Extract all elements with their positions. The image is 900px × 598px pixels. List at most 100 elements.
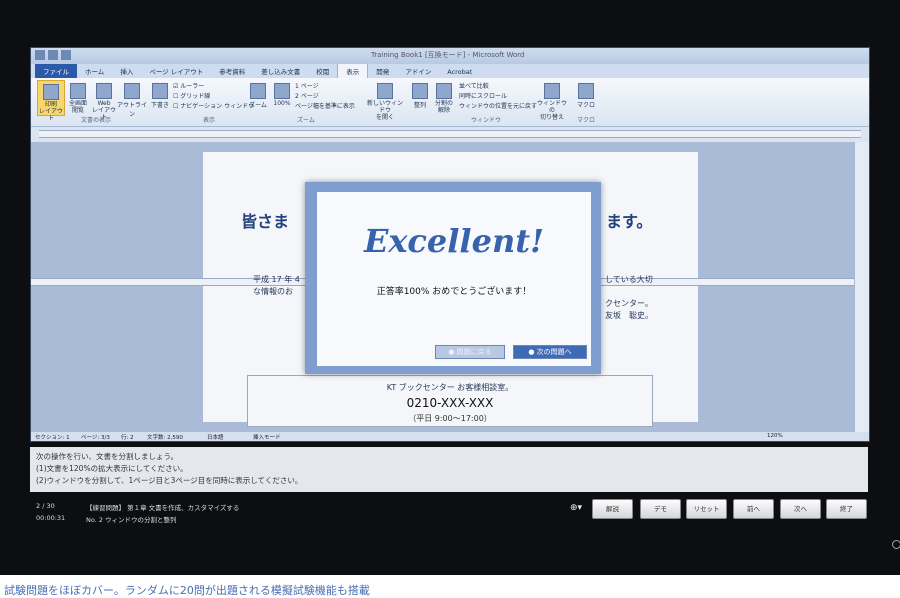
one-page-button[interactable]: 1 ページ (295, 81, 319, 90)
group-label-views: 文書の表示 (81, 117, 112, 124)
question-title: No. 2 ウィンドウの分割と整列 (86, 516, 177, 524)
group-label-zoom: ズーム (297, 117, 315, 124)
zoom-100-button[interactable]: 100% (269, 80, 295, 107)
doc-text-left-1: 平成 17 年 4 (253, 275, 300, 284)
zoom-100-icon (274, 83, 290, 99)
tab-file[interactable]: ファイル (35, 64, 77, 78)
task-panel: 次の操作を行い、文書を分割しましょう。 (1)文書を120%の拡大表示にしてくだ… (30, 447, 868, 492)
split-button[interactable]: 分割の 解除 (431, 80, 457, 114)
previous-button[interactable]: 前へ (733, 499, 774, 519)
macro-icon (578, 83, 594, 99)
doc-text-right-2: クセンター。 (605, 299, 653, 308)
arrange-icon (412, 83, 428, 99)
full-screen-icon (70, 83, 86, 99)
tab-page-layout[interactable]: ページ レイアウト (141, 64, 211, 78)
exam-control-bar: 2 / 30 00:00:31 【練習問題】 第１章 文書を作成、カスタマイズす… (30, 497, 868, 527)
task-line-1: 次の操作を行い、文書を分割しましょう。 (36, 452, 179, 461)
tab-addins[interactable]: アドイン (397, 64, 439, 78)
page-width-button[interactable]: ページ幅を基準に表示 (295, 101, 355, 110)
explanation-button[interactable]: 解説 (592, 499, 633, 519)
status-line: 行: 2 (121, 435, 134, 441)
ribbon: 印刷 レイアウト 全画面 閲覧 Web レイアウト アウトライン 下書き 文書の… (31, 78, 869, 127)
group-label-window: ウィンドウ (471, 117, 502, 124)
new-window-button[interactable]: 新しいウィンドウ を開く (365, 80, 405, 121)
horizontal-ruler-top (39, 130, 861, 138)
ribbon-tabs: ファイル ホーム 挿入 ページ レイアウト 参考資料 差し込み文書 校閲 表示 … (31, 63, 869, 78)
ruler-checkbox[interactable]: ☑ ルーラー (173, 81, 204, 90)
outline-icon (124, 83, 140, 99)
back-to-question-button[interactable]: ● 問題に戻る (435, 345, 505, 359)
zoom-button[interactable]: ズーム (245, 80, 271, 109)
power-icon (892, 540, 900, 549)
word-window: Training Book1 [互換モード] - Microsoft Word … (30, 47, 870, 442)
doc-text-left-2: な情報のお (253, 287, 293, 296)
split-icon (436, 83, 452, 99)
task-line-3: (2)ウィンドウを分割して、1ページ目と3ページ目を同時に表示してください。 (36, 476, 303, 485)
tab-home[interactable]: ホーム (77, 64, 112, 78)
contact-org: KT ブックセンター お客様相談室。 (386, 383, 514, 392)
reset-button[interactable]: リセット (686, 499, 727, 519)
dialog-title: Excellent! (363, 222, 545, 260)
side-by-side-button[interactable]: 並べて比較 (459, 81, 489, 90)
contact-phone: 0210-XXX-XXX (406, 396, 494, 410)
group-label-show: 表示 (203, 117, 216, 124)
zoom-tool-icon[interactable]: ⊕▾ (570, 503, 582, 513)
next-button[interactable]: 次へ (780, 499, 821, 519)
vertical-scrollbar[interactable] (854, 142, 869, 432)
save-icon[interactable] (48, 50, 58, 60)
full-screen-button[interactable]: 全画面 閲覧 (65, 80, 91, 114)
tab-acrobat[interactable]: Acrobat (439, 66, 480, 78)
elapsed-timer: 00:00:31 (36, 514, 66, 522)
finish-button[interactable]: 終了 (826, 499, 867, 519)
tab-developer[interactable]: 開発 (368, 64, 397, 78)
status-language[interactable]: 日本語 (207, 433, 224, 441)
demo-button[interactable]: デモ (640, 499, 681, 519)
two-pages-button[interactable]: 2 ページ (295, 91, 319, 100)
word-logo-icon (35, 50, 45, 60)
arrange-button[interactable]: 整列 (407, 80, 433, 109)
task-line-2: (1)文書を120%の拡大表示にしてください。 (36, 464, 188, 473)
tab-review[interactable]: 校閲 (308, 64, 337, 78)
switch-windows-button[interactable]: ウィンドウの 切り替え (535, 80, 569, 121)
globe-icon (96, 83, 112, 99)
group-label-macros: マクロ (577, 117, 596, 124)
magnifier-icon (250, 83, 266, 99)
draft-icon (152, 83, 168, 99)
tab-references[interactable]: 参考資料 (211, 64, 253, 78)
doc-text-right-3: 友坂 聡史。 (605, 311, 653, 320)
status-mode[interactable]: 挿入モード (253, 433, 281, 441)
doc-heading-right: ます。 (606, 212, 653, 231)
print-layout-icon (43, 84, 59, 100)
photo-caption: 試験問題をほぼカバー。ランダムに20問が出題される模擬試験機能も搭載 (4, 584, 370, 597)
doc-text-right-1: している大切 (605, 275, 653, 284)
status-section: セクション: 1 (35, 435, 70, 441)
doc-heading-left: 皆さま (241, 212, 290, 231)
question-category: 【練習問題】 第１章 文書を作成、カスタマイズする (86, 504, 240, 512)
window-title: Training Book1 [互換モード] - Microsoft Word (371, 51, 525, 59)
reset-position-button[interactable]: ウィンドウの位置を元に戻す (459, 101, 537, 110)
next-question-button[interactable]: ● 次の問題へ (513, 345, 587, 359)
status-words: 文字数: 2,590 (147, 435, 183, 441)
outline-button[interactable]: アウトライン (117, 80, 147, 118)
result-dialog: Excellent! 正答率100% おめでとうございます！ ● 問題に戻る ●… (317, 192, 591, 366)
gridlines-checkbox[interactable]: ☐ グリッド線 (173, 91, 210, 100)
switch-windows-icon (544, 83, 560, 99)
contact-hours: （平日 9:00〜17:00） (408, 414, 492, 423)
tab-view[interactable]: 表示 (337, 63, 369, 78)
contact-box: KT ブックセンター お客様相談室。 0210-XXX-XXX （平日 9:00… (247, 375, 653, 427)
print-layout-button[interactable]: 印刷 レイアウト (37, 80, 65, 122)
tab-mailings[interactable]: 差し込み文書 (253, 64, 308, 78)
photo-background: Training Book1 [互換モード] - Microsoft Word … (0, 0, 900, 575)
status-bar: セクション: 1 ページ: 3/3 行: 2 文字数: 2,590 日本語 挿入… (31, 432, 869, 441)
new-window-icon (377, 83, 393, 99)
progress-counter: 2 / 30 (36, 502, 55, 510)
draft-button[interactable]: 下書き (147, 80, 173, 109)
tab-insert[interactable]: 挿入 (112, 64, 141, 78)
status-zoom[interactable]: 120% (767, 433, 783, 439)
macros-button[interactable]: マクロ (573, 80, 599, 109)
result-dialog-frame: Excellent! 正答率100% おめでとうございます！ ● 問題に戻る ●… (305, 182, 601, 374)
undo-icon[interactable] (61, 50, 71, 60)
sync-scroll-button[interactable]: 同時にスクロール (459, 91, 507, 100)
quick-access-toolbar (35, 50, 71, 60)
nav-pane-checkbox[interactable]: ☐ ナビゲーション ウィンドウ (173, 101, 254, 110)
